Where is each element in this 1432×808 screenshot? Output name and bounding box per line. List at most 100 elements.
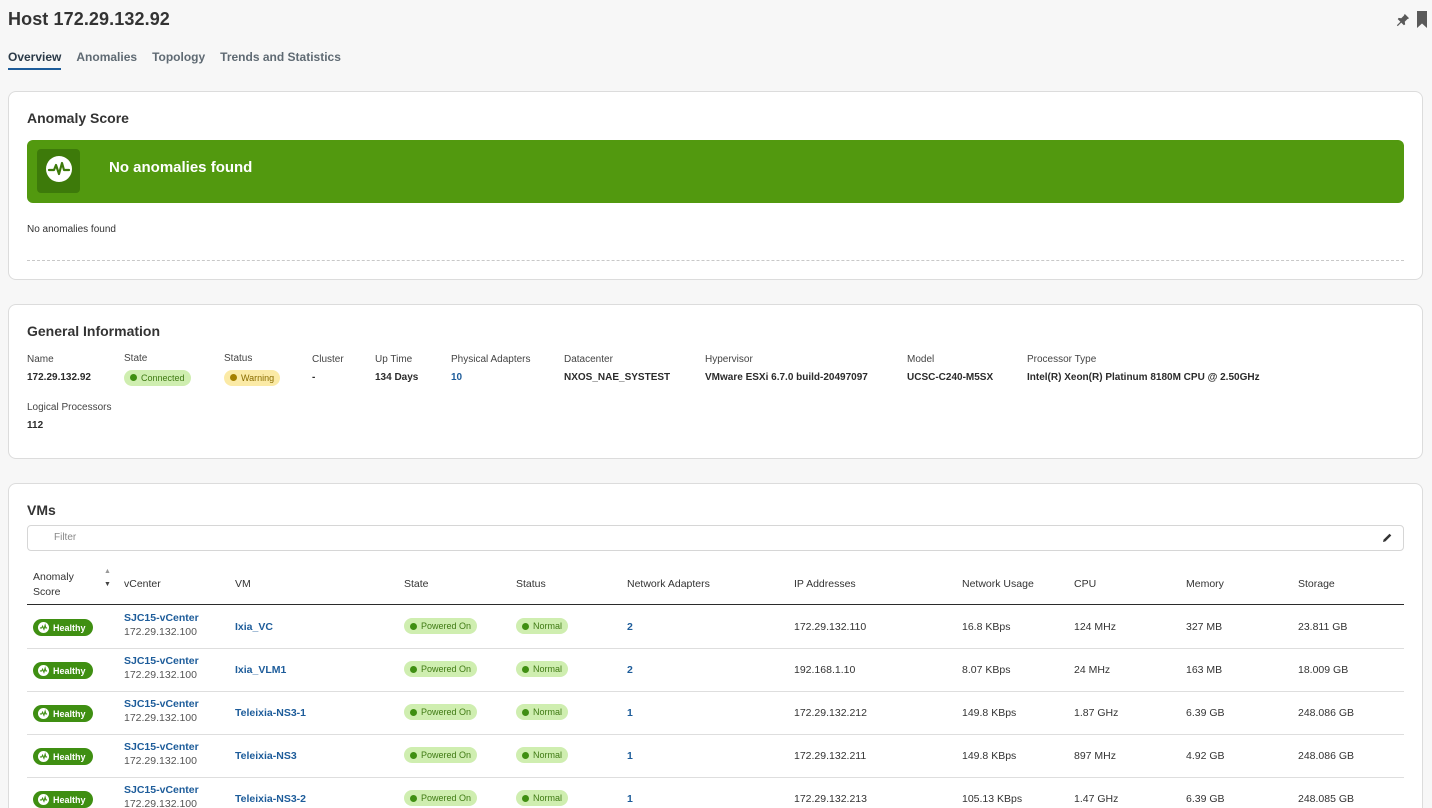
- status-badge: Normal: [516, 704, 569, 720]
- info-label: State: [124, 353, 148, 364]
- column-header-ip-addresses[interactable]: IP Addresses: [794, 578, 856, 590]
- status-dot-icon: [410, 622, 417, 630]
- vcenter-link[interactable]: SJC15-vCenter: [124, 741, 199, 753]
- pencil-icon[interactable]: [1381, 532, 1393, 544]
- storage-cell: 248.085 GB: [1298, 793, 1355, 805]
- vcenter-link[interactable]: SJC15-vCenter: [124, 612, 199, 624]
- healthy-badge-label: Healthy: [53, 794, 86, 805]
- info-label: Up Time: [375, 354, 413, 365]
- info-label: Cluster: [312, 354, 344, 365]
- network-adapters-link[interactable]: 2: [627, 621, 633, 633]
- banner-icon-box: [37, 149, 80, 193]
- healthy-badge: Healthy: [33, 705, 93, 722]
- status-dot-icon: [410, 794, 417, 802]
- anomaly-score-card: Anomaly Score No anomalies found No anom…: [8, 91, 1423, 280]
- vms-card: VMs Anomaly Score ▲ ▼ vCenter VM State S…: [8, 483, 1423, 808]
- filter-input[interactable]: [54, 532, 1354, 543]
- column-header-cpu[interactable]: CPU: [1074, 578, 1096, 590]
- vcenter-link[interactable]: SJC15-vCenter: [124, 698, 199, 710]
- ip-address-cell: 172.29.132.212: [794, 707, 867, 719]
- vcenter-ip: 172.29.132.100: [124, 798, 197, 808]
- network-adapters-link[interactable]: 2: [627, 664, 633, 676]
- info-label: Status: [224, 353, 253, 364]
- info-value: 112: [27, 420, 44, 431]
- info-label: Processor Type: [1027, 354, 1097, 365]
- network-adapters-link[interactable]: 1: [627, 793, 633, 805]
- vm-link[interactable]: Ixia_VLM1: [235, 664, 286, 676]
- status-badge-label: Normal: [533, 664, 563, 674]
- state-badge-label: Powered On: [421, 707, 472, 717]
- state-badge: Connected: [124, 369, 191, 386]
- general-information-title: General Information: [27, 323, 161, 339]
- column-header-network-usage[interactable]: Network Usage: [962, 578, 1034, 590]
- column-header-state[interactable]: State: [404, 578, 429, 590]
- sort-icon[interactable]: ▲ ▼: [104, 568, 111, 588]
- info-hypervisor: Hypervisor VMware ESXi 6.7.0 build-20497…: [705, 354, 868, 383]
- table-row[interactable]: Healthy SJC15-vCenter 172.29.132.100 Tel…: [27, 735, 1404, 778]
- vm-link[interactable]: Ixia_VC: [235, 621, 273, 633]
- column-header-vcenter[interactable]: vCenter: [124, 578, 161, 590]
- status-badge-label: Normal: [533, 621, 563, 631]
- network-adapters-link[interactable]: 1: [627, 707, 633, 719]
- status-badge: Normal: [516, 790, 569, 806]
- state-badge: Powered On: [404, 661, 478, 677]
- tab-anomalies[interactable]: Anomalies: [76, 50, 137, 70]
- tab-trends-and-statistics[interactable]: Trends and Statistics: [220, 50, 341, 70]
- healthy-badge-label: Healthy: [53, 751, 86, 762]
- status-badge: Normal: [516, 747, 569, 763]
- state-badge-label: Powered On: [421, 793, 472, 803]
- sort-up-icon: ▲: [104, 568, 111, 575]
- info-value: VMware ESXi 6.7.0 build-20497097: [705, 372, 868, 383]
- memory-cell: 6.39 GB: [1186, 707, 1225, 719]
- vcenter-ip: 172.29.132.100: [124, 669, 197, 681]
- status-dot-icon: [522, 794, 529, 802]
- vcenter-cell: SJC15-vCenter 172.29.132.100: [124, 784, 199, 808]
- vm-link[interactable]: Teleixia-NS3-1: [235, 707, 306, 719]
- table-row[interactable]: Healthy SJC15-vCenter 172.29.132.100 Ixi…: [27, 649, 1404, 692]
- storage-cell: 23.811 GB: [1298, 621, 1348, 633]
- column-header-label: Score: [33, 586, 61, 598]
- pulse-icon: [38, 665, 49, 676]
- column-header-anomaly-score[interactable]: Anomaly Score: [33, 570, 74, 600]
- tab-bar: Overview Anomalies Topology Trends and S…: [8, 50, 341, 70]
- healthy-badge: Healthy: [33, 662, 93, 679]
- column-header-storage[interactable]: Storage: [1298, 578, 1335, 590]
- status-dot-icon: [410, 751, 417, 759]
- vcenter-ip: 172.29.132.100: [124, 712, 197, 724]
- table-row[interactable]: Healthy SJC15-vCenter 172.29.132.100 Tel…: [27, 778, 1404, 808]
- status-badge: Normal: [516, 618, 569, 634]
- state-badge: Powered On: [404, 618, 478, 634]
- vcenter-ip: 172.29.132.100: [124, 755, 197, 767]
- tab-overview[interactable]: Overview: [8, 50, 62, 70]
- ip-address-cell: 172.29.132.110: [794, 621, 867, 633]
- info-value: NXOS_NAE_SYSTEST: [564, 372, 671, 383]
- cpu-cell: 897 MHz: [1074, 750, 1117, 762]
- page-title: Host 172.29.132.92: [8, 9, 170, 29]
- info-name: Name 172.29.132.92: [27, 354, 91, 383]
- table-row[interactable]: Healthy SJC15-vCenter 172.29.132.100 Ixi…: [27, 606, 1404, 649]
- column-header-memory[interactable]: Memory: [1186, 578, 1224, 590]
- network-adapters-link[interactable]: 1: [627, 750, 633, 762]
- ip-address-cell: 192.168.1.10: [794, 664, 856, 676]
- healthy-badge: Healthy: [33, 748, 93, 765]
- state-badge: Powered On: [404, 747, 478, 763]
- bookmark-icon[interactable]: [1416, 11, 1428, 28]
- table-row[interactable]: Healthy SJC15-vCenter 172.29.132.100 Tel…: [27, 692, 1404, 735]
- vcenter-cell: SJC15-vCenter 172.29.132.100: [124, 741, 199, 767]
- column-header-network-adapters[interactable]: Network Adapters: [627, 578, 710, 590]
- vcenter-cell: SJC15-vCenter 172.29.132.100: [124, 655, 199, 681]
- info-logical-processors: Logical Processors 112: [27, 402, 111, 431]
- physical-adapters-link[interactable]: 10: [451, 372, 531, 383]
- vcenter-link[interactable]: SJC15-vCenter: [124, 784, 199, 796]
- pin-icon[interactable]: [1396, 13, 1410, 27]
- vcenter-link[interactable]: SJC15-vCenter: [124, 655, 199, 667]
- column-header-vm[interactable]: VM: [235, 578, 251, 590]
- tab-topology[interactable]: Topology: [152, 50, 205, 70]
- vm-link[interactable]: Teleixia-NS3: [235, 750, 297, 762]
- cpu-cell: 1.47 GHz: [1074, 793, 1119, 805]
- table-header-divider: [27, 604, 1404, 605]
- info-value: 172.29.132.92: [27, 372, 91, 383]
- info-state: State Connected: [124, 353, 191, 386]
- vm-link[interactable]: Teleixia-NS3-2: [235, 793, 306, 805]
- column-header-status[interactable]: Status: [516, 578, 546, 590]
